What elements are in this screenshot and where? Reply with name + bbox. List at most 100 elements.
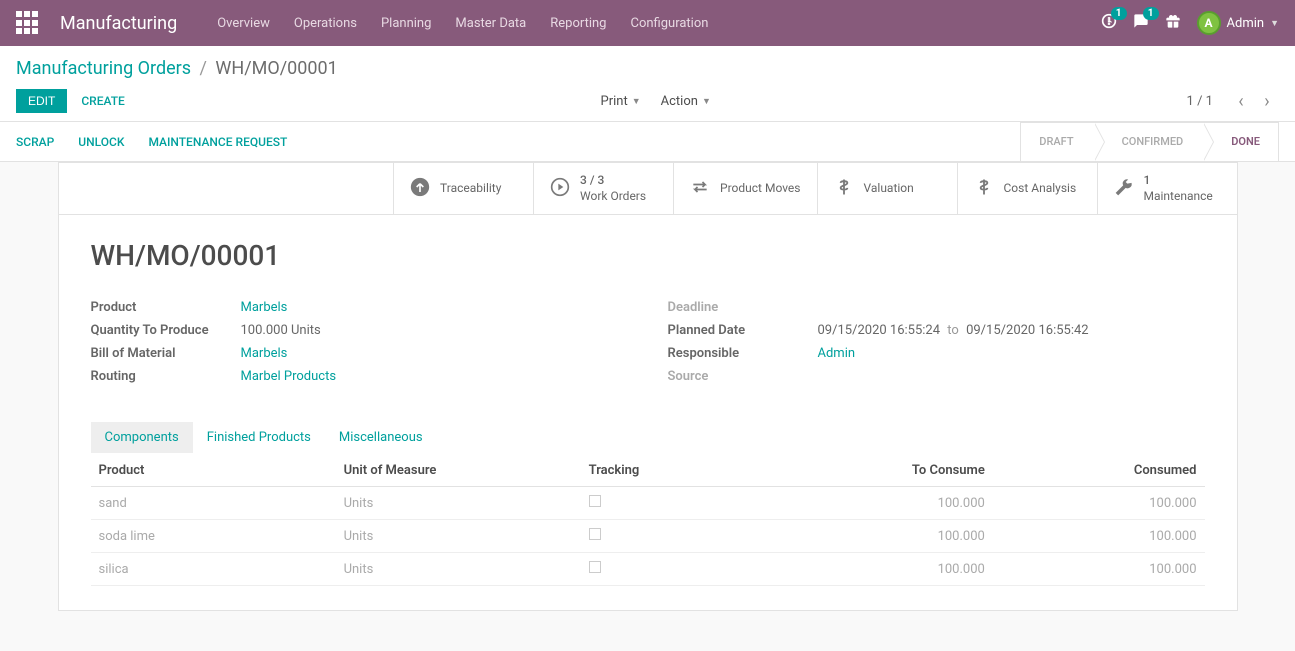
stat-cost-analysis[interactable]: Cost Analysis (957, 163, 1097, 214)
cell-consumed: 100.000 (993, 553, 1205, 586)
stat-valuation[interactable]: Valuation (817, 163, 957, 214)
stat-label: Traceability (440, 181, 501, 197)
th-product: Product (91, 453, 336, 487)
cell-product: silica (91, 553, 336, 586)
table-row[interactable]: sandUnits100.000100.000 (91, 487, 1205, 520)
pager-text: 1 / 1 (1187, 94, 1213, 109)
statusbar: DRAFT CONFIRMED DONE (1020, 122, 1279, 162)
cell-tracking (581, 520, 782, 553)
apps-icon[interactable] (16, 11, 40, 35)
product-value[interactable]: Marbels (241, 300, 288, 315)
planned-to: to (947, 323, 959, 338)
cell-consumed: 100.000 (993, 520, 1205, 553)
maintenance-request-button[interactable]: MAINTENANCE REQUEST (148, 135, 287, 149)
chevron-down-icon: ▼ (632, 96, 641, 107)
stat-value: 3 / 3 (580, 173, 646, 189)
stage-confirmed[interactable]: CONFIRMED (1094, 122, 1204, 162)
print-dropdown[interactable]: Print ▼ (601, 94, 641, 109)
tab-miscellaneous[interactable]: Miscellaneous (325, 422, 437, 453)
qty-value: 100.000 Units (241, 323, 321, 338)
pager-prev[interactable]: ‹ (1229, 89, 1253, 113)
table-row[interactable]: soda limeUnits100.000100.000 (91, 520, 1205, 553)
breadcrumb: Manufacturing Orders / WH/MO/00001 (16, 58, 1279, 79)
cell-uom: Units (336, 487, 581, 520)
nav-master-data[interactable]: Master Data (455, 16, 526, 31)
nav-configuration[interactable]: Configuration (630, 16, 708, 31)
user-menu[interactable]: A Admin ▼ (1197, 11, 1279, 35)
action-dropdown[interactable]: Action ▼ (661, 94, 711, 109)
components-table: Product Unit of Measure Tracking To Cons… (91, 453, 1205, 586)
responsible-label: Responsible (668, 346, 818, 361)
activities-badge: 1 (1111, 7, 1127, 20)
form-col-left: Product Marbels Quantity To Produce 100.… (91, 300, 628, 392)
arrow-up-icon (410, 177, 430, 201)
nav-planning[interactable]: Planning (381, 16, 431, 31)
th-consumed: Consumed (993, 453, 1205, 487)
play-circle-icon (550, 177, 570, 201)
th-uom: Unit of Measure (336, 453, 581, 487)
app-brand[interactable]: Manufacturing (60, 13, 177, 34)
stat-label: Maintenance (1144, 189, 1213, 205)
create-button[interactable]: CREATE (81, 94, 124, 108)
stat-value: 1 (1144, 173, 1213, 189)
stat-work-orders[interactable]: 3 / 3 Work Orders (533, 163, 673, 214)
stat-label: Product Moves (720, 181, 800, 197)
messages-icon[interactable]: 1 (1133, 13, 1149, 33)
breadcrumb-sep: / (200, 58, 207, 79)
cell-consumed: 100.000 (993, 487, 1205, 520)
dollar-icon (834, 177, 854, 201)
record-name: WH/MO/00001 (91, 239, 1205, 272)
activities-icon[interactable]: 1 (1101, 13, 1117, 33)
avatar: A (1197, 11, 1221, 35)
stat-label: Valuation (864, 181, 914, 197)
scrap-button[interactable]: SCRAP (16, 135, 54, 149)
tab-finished-products[interactable]: Finished Products (193, 422, 325, 453)
planned-label: Planned Date (668, 323, 818, 338)
cell-to-consume: 100.000 (781, 520, 993, 553)
form-col-right: Deadline Planned Date 09/15/2020 16:55:2… (668, 300, 1205, 392)
stat-product-moves[interactable]: Product Moves (673, 163, 816, 214)
qty-label: Quantity To Produce (91, 323, 241, 338)
tracking-checkbox[interactable] (589, 528, 601, 540)
stat-maintenance[interactable]: 1 Maintenance (1097, 163, 1237, 214)
nav-operations[interactable]: Operations (294, 16, 357, 31)
bom-label: Bill of Material (91, 346, 241, 361)
stat-buttons: Traceability 3 / 3 Work Orders Product M… (59, 163, 1237, 215)
pager-next[interactable]: › (1255, 89, 1279, 113)
tracking-checkbox[interactable] (589, 561, 601, 573)
unlock-button[interactable]: UNLOCK (78, 135, 124, 149)
stat-label: Cost Analysis (1004, 181, 1077, 197)
table-row[interactable]: silicaUnits 100.000100.000 (91, 553, 1205, 586)
breadcrumb-parent[interactable]: Manufacturing Orders (16, 58, 191, 79)
th-to-consume: To Consume (781, 453, 993, 487)
nav-reporting[interactable]: Reporting (550, 16, 606, 31)
stage-draft[interactable]: DRAFT (1020, 122, 1093, 162)
top-navbar: Manufacturing Overview Operations Planni… (0, 0, 1295, 46)
responsible-value[interactable]: Admin (818, 346, 856, 361)
cell-to-consume: 100.000 (781, 487, 993, 520)
chevron-down-icon: ▼ (702, 96, 711, 107)
tab-components[interactable]: Components (91, 422, 193, 453)
control-panel: Manufacturing Orders / WH/MO/00001 EDIT … (0, 46, 1295, 122)
gift-icon[interactable] (1165, 13, 1181, 33)
tracking-checkbox[interactable] (589, 495, 601, 507)
th-tracking: Tracking (581, 453, 782, 487)
dollar-icon (974, 177, 994, 201)
cell-tracking (581, 553, 782, 586)
nav-overview[interactable]: Overview (217, 16, 270, 31)
nav-menu: Overview Operations Planning Master Data… (217, 16, 1100, 31)
cell-uom: Units (336, 553, 581, 586)
planned-start: 09/15/2020 16:55:24 (818, 323, 941, 338)
bom-value[interactable]: Marbels (241, 346, 288, 361)
routing-value[interactable]: Marbel Products (241, 369, 337, 384)
edit-button[interactable]: EDIT (16, 89, 67, 113)
status-row: SCRAP UNLOCK MAINTENANCE REQUEST DRAFT C… (0, 122, 1295, 162)
navbar-right: 1 1 A Admin ▼ (1101, 11, 1279, 35)
stat-traceability[interactable]: Traceability (393, 163, 533, 214)
notebook-tabs: Components Finished Products Miscellaneo… (91, 422, 1205, 453)
stat-label: Work Orders (580, 189, 646, 205)
stage-done[interactable]: DONE (1203, 122, 1279, 162)
deadline-label: Deadline (668, 300, 818, 315)
cell-to-consume: 100.000 (781, 553, 993, 586)
wrench-icon (1114, 177, 1134, 201)
